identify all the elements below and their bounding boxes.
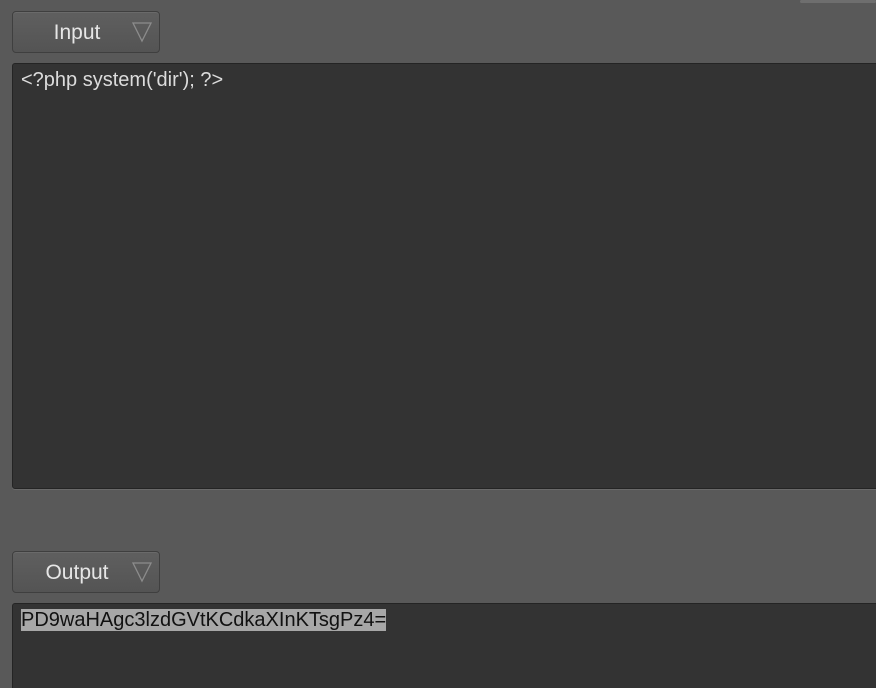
output-text: PD9waHAgc3lzdGVtKCdkaXInKTsgPz4= — [21, 609, 387, 631]
input-text: <?php system('dir'); ?> — [21, 69, 224, 91]
chevron-down-icon — [131, 562, 153, 583]
input-format-dropdown[interactable]: Input — [12, 11, 160, 53]
input-dropdown-label: Input — [53, 21, 101, 44]
input-textarea[interactable]: <?php system('dir'); ?> — [12, 63, 876, 489]
output-textarea[interactable]: PD9waHAgc3lzdGVtKCdkaXInKTsgPz4= — [12, 603, 876, 688]
page: Input <?php system('dir'); ?> Output PD9… — [0, 0, 876, 688]
output-format-dropdown[interactable]: Output — [12, 551, 160, 593]
output-dropdown-label: Output — [45, 561, 109, 584]
top-edge-divider — [800, 0, 876, 3]
chevron-down-icon — [131, 22, 153, 43]
